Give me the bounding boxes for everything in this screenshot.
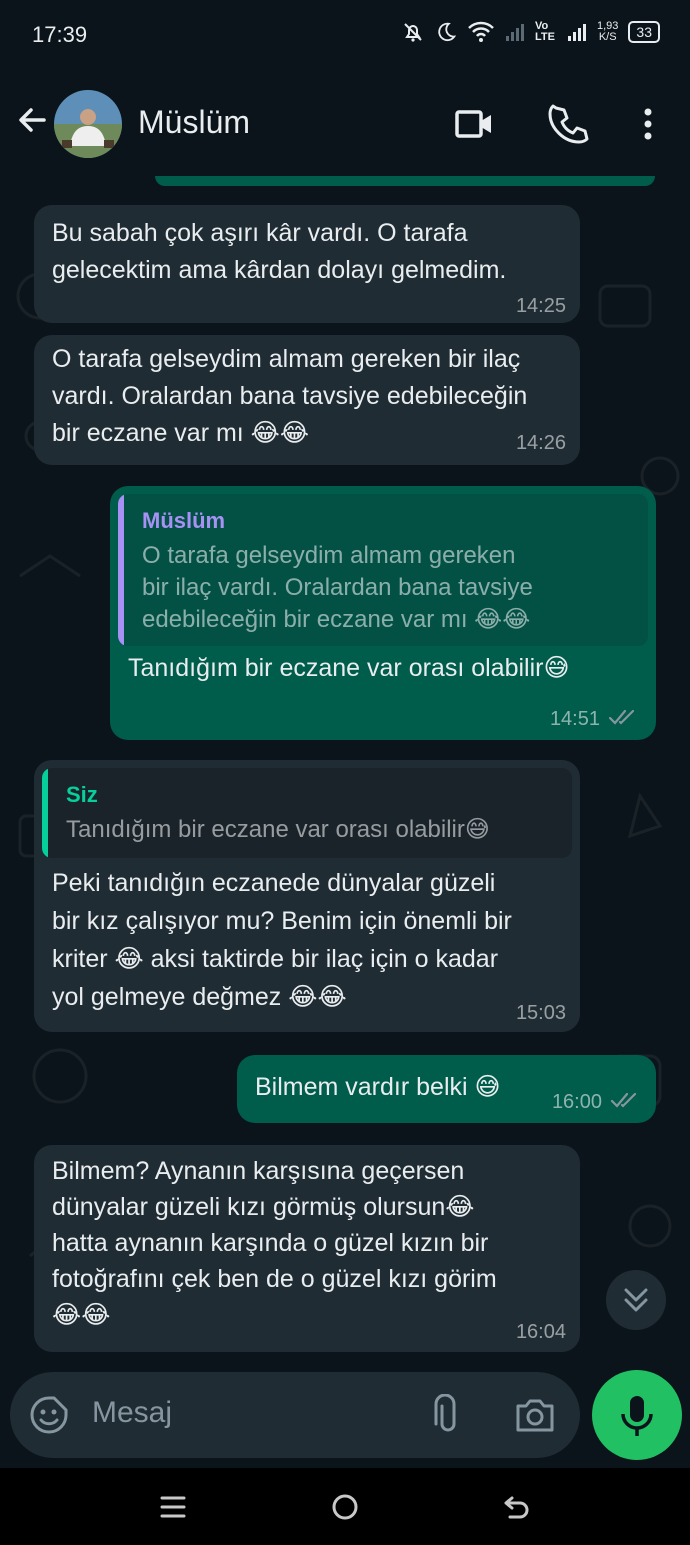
battery-level: 33	[636, 24, 652, 40]
battery-icon: 33	[628, 21, 660, 43]
quote-bar	[42, 768, 48, 858]
quote-text: O tarafa gelseydim almam gereken bir ila…	[142, 542, 533, 633]
voice-call-icon[interactable]	[546, 102, 590, 146]
message-time: 16:04	[515, 1321, 566, 1343]
message-time: 15:03	[515, 1002, 566, 1024]
double-chevron-down-icon	[624, 1288, 648, 1312]
read-ticks-icon	[608, 709, 635, 725]
message-bubble-outgoing[interactable]: Bilmem vardır belki 😅 16:00	[237, 1055, 656, 1123]
quote-text: Tanıdığım bir eczane var orası olabilir😅	[66, 816, 490, 843]
message-time: 14:51	[549, 708, 600, 730]
chat-header: Müslüm	[0, 72, 690, 176]
message-time: 14:25	[515, 295, 566, 317]
mute-icon	[404, 23, 422, 42]
network-label: Vo LTE	[535, 20, 555, 43]
avatar[interactable]	[54, 90, 122, 158]
camera-icon[interactable]	[514, 1394, 556, 1436]
previous-message-edge	[155, 176, 655, 186]
status-icons: Vo LTE 1,93 K/S 33	[401, 20, 660, 44]
quoted-message[interactable]: Siz Tanıdığım bir eczane var orası olabi…	[42, 768, 572, 858]
quote-author: Siz	[66, 782, 98, 807]
mic-icon	[621, 1396, 653, 1436]
menu-icon[interactable]	[156, 1490, 190, 1524]
quote-bar	[118, 494, 124, 646]
scroll-to-bottom-button[interactable]	[606, 1270, 666, 1330]
status-bar: 17:39 Vo LTE 1,93 K/S 33	[0, 0, 690, 72]
message-bubble-incoming[interactable]: Bu sabah çok aşırı kâr vardı. O tarafa g…	[34, 205, 580, 323]
message-bubble-incoming[interactable]: Siz Tanıdığım bir eczane var orası olabi…	[34, 760, 580, 1032]
net-speed: 1,93 K/S	[597, 21, 618, 43]
message-bubble-outgoing[interactable]: Müslüm O tarafa gelseydim almam gereken …	[110, 486, 656, 740]
more-vertical-icon[interactable]	[626, 102, 670, 146]
status-time: 17:39	[32, 22, 88, 47]
wifi-icon	[468, 21, 494, 42]
message-bubble-incoming[interactable]: O tarafa gelseydim almam gereken bir ila…	[34, 335, 580, 465]
message-text: Tanıdığım bir eczane var orası olabilir😅	[128, 654, 570, 682]
system-navbar	[0, 1468, 690, 1545]
message-time: 14:26	[515, 432, 566, 454]
message-text: Bilmem vardır belki 😅	[255, 1073, 501, 1101]
message-text: O tarafa gelseydim almam gereken bir ila…	[52, 345, 528, 447]
contact-name[interactable]: Müslüm	[138, 104, 250, 141]
message-input-placeholder[interactable]: Mesaj	[92, 1396, 172, 1430]
net-speed-unit: K/S	[598, 31, 617, 43]
quoted-message[interactable]: Müslüm O tarafa gelseydim almam gereken …	[118, 494, 648, 646]
message-text: Bu sabah çok aşırı kâr vardı. O tarafa g…	[52, 219, 507, 284]
home-icon[interactable]	[328, 1490, 362, 1524]
signal-icon	[506, 24, 524, 41]
message-text: Peki tanıdığın eczanede dünyalar güzeli …	[52, 869, 512, 1011]
chat-area[interactable]: Bu sabah çok aşırı kâr vardı. O tarafa g…	[0, 176, 690, 1370]
emoji-sticker-icon[interactable]	[28, 1394, 70, 1436]
moon-icon	[438, 22, 457, 42]
quote-author: Müslüm	[142, 508, 226, 533]
message-time: 16:00	[551, 1091, 602, 1113]
signal-icon	[568, 24, 586, 41]
message-bubble-incoming[interactable]: Bilmem? Aynanın karşısına geçersen dünya…	[34, 1145, 580, 1352]
read-ticks-icon	[610, 1092, 637, 1108]
back-icon[interactable]	[500, 1490, 534, 1524]
video-call-icon[interactable]	[452, 102, 496, 146]
message-composer[interactable]: Mesaj	[10, 1372, 580, 1458]
mic-button[interactable]	[592, 1370, 682, 1460]
message-text: Bilmem? Aynanın karşısına geçersen dünya…	[52, 1157, 497, 1329]
back-arrow-icon[interactable]	[14, 102, 50, 138]
attach-icon[interactable]	[428, 1394, 468, 1436]
